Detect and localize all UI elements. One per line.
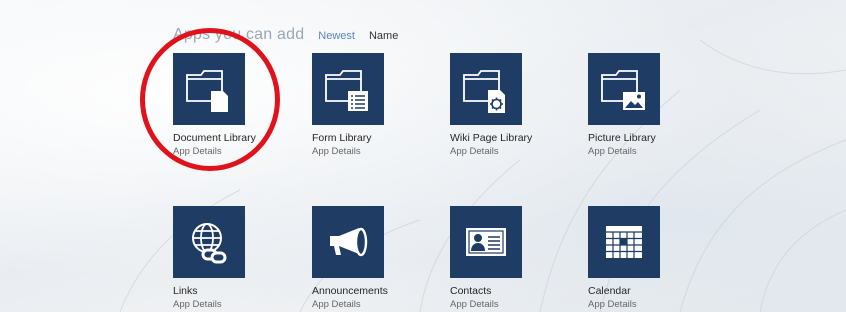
contacts-icon[interactable] bbox=[450, 206, 522, 278]
app-details-link[interactable]: App Details bbox=[312, 299, 422, 310]
form-library-icon[interactable] bbox=[312, 53, 384, 125]
tile-title[interactable]: Contacts bbox=[450, 285, 560, 297]
highlight-circle bbox=[140, 28, 280, 171]
links-icon[interactable] bbox=[173, 206, 245, 278]
background-grass bbox=[119, 39, 846, 312]
app-tile-wiki-page-library[interactable]: Wiki Page Library App Details bbox=[450, 53, 560, 157]
sort-newest-link[interactable]: Newest bbox=[318, 30, 355, 42]
app-details-link[interactable]: App Details bbox=[588, 146, 698, 157]
app-details-link[interactable]: App Details bbox=[312, 146, 422, 157]
tile-title[interactable]: Links bbox=[173, 285, 283, 297]
calendar-icon[interactable] bbox=[588, 206, 660, 278]
app-details-link[interactable]: App Details bbox=[588, 299, 698, 310]
wiki-page-library-icon[interactable] bbox=[450, 53, 522, 125]
app-tile-links[interactable]: Links App Details bbox=[173, 206, 283, 310]
app-tile-contacts[interactable]: Contacts App Details bbox=[450, 206, 560, 310]
app-details-link[interactable]: App Details bbox=[450, 299, 560, 310]
app-tile-picture-library[interactable]: Picture Library App Details bbox=[588, 53, 698, 157]
app-details-link[interactable]: App Details bbox=[450, 146, 560, 157]
app-tile-announcements[interactable]: Announcements App Details bbox=[312, 206, 422, 310]
app-tile-form-library[interactable]: Form Library App Details bbox=[312, 53, 422, 157]
tile-title[interactable]: Form Library bbox=[312, 132, 422, 144]
sort-name-link[interactable]: Name bbox=[369, 30, 398, 42]
tile-title[interactable]: Calendar bbox=[588, 285, 698, 297]
app-tile-calendar[interactable]: Calendar App Details bbox=[588, 206, 698, 310]
announcements-icon[interactable] bbox=[312, 206, 384, 278]
tile-title[interactable]: Wiki Page Library bbox=[450, 132, 560, 144]
app-details-link[interactable]: App Details bbox=[173, 299, 283, 310]
tile-title[interactable]: Announcements bbox=[312, 285, 422, 297]
tile-title[interactable]: Picture Library bbox=[588, 132, 698, 144]
picture-library-icon[interactable] bbox=[588, 53, 660, 125]
